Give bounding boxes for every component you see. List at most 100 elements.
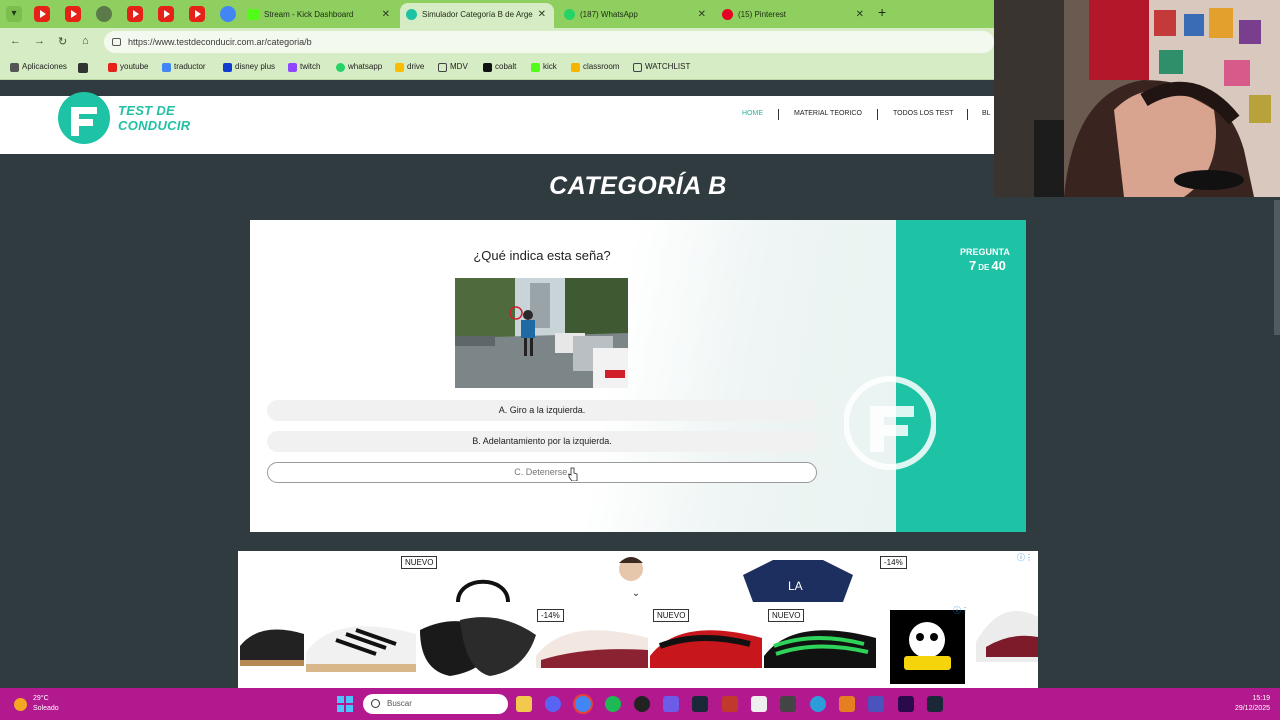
ad-bag-image: [456, 579, 510, 602]
steam-icon[interactable]: [927, 696, 943, 712]
counter-label: PREGUNTA: [960, 247, 1010, 257]
nav-separator: [877, 109, 878, 120]
steam-icon[interactable]: [692, 696, 708, 712]
bookmark-label: classroom: [583, 62, 620, 71]
site-logo-icon[interactable]: [57, 89, 111, 147]
youtube-tab-icon[interactable]: [127, 6, 143, 22]
ad-badge-discount: -14%: [880, 556, 907, 569]
reload-icon[interactable]: ↻: [58, 35, 67, 48]
site-info-icon[interactable]: [112, 38, 121, 46]
weather-condition: Soleado: [33, 705, 59, 712]
nav-todos-los-test[interactable]: TODOS LOS TEST: [893, 110, 953, 117]
collapse-ad-chevron-icon[interactable]: ⌄: [620, 584, 652, 604]
bookmark-label: whatsapp: [348, 62, 383, 71]
clock-time: 15:19: [1252, 695, 1270, 702]
bookmark-youtube[interactable]: youtube: [108, 62, 148, 72]
bookmark-grid-icon[interactable]: [78, 62, 90, 74]
google-tab-icon[interactable]: [220, 6, 236, 22]
bookmark-classroom[interactable]: classroom: [571, 62, 620, 72]
tab-simulador[interactable]: Simulador Categoría B de Arge ✕: [400, 3, 554, 28]
bookmark-whatsapp[interactable]: whatsapp: [336, 62, 383, 72]
bookmark-disney[interactable]: disney plus: [223, 62, 275, 72]
ad-info-icon[interactable]: ⓘ⋮: [1017, 552, 1033, 563]
ad-badge-nuevo: NUEVO: [653, 609, 690, 622]
logo-watermark-icon: [844, 376, 936, 470]
app-icon[interactable]: [780, 696, 796, 712]
app-icon[interactable]: [663, 696, 679, 712]
close-tab-icon[interactable]: ✕: [698, 3, 706, 26]
hand-cursor-icon: [568, 467, 578, 481]
folder-icon: [438, 63, 447, 72]
total-questions: 40: [991, 258, 1006, 273]
bookmark-drive[interactable]: drive: [395, 62, 424, 72]
bookmark-watchlist[interactable]: WATCHLIST: [633, 62, 691, 72]
bookmark-mdv[interactable]: MDV: [438, 62, 468, 72]
spotify-icon[interactable]: [605, 696, 621, 712]
tab-kick-dashboard[interactable]: Stream - Kick Dashboard ✕: [242, 3, 398, 28]
cobalt-icon: [483, 63, 492, 72]
whatsapp-icon: [336, 63, 345, 72]
youtube-tab-icon[interactable]: [158, 6, 174, 22]
ad-overlay[interactable]: [304, 602, 976, 688]
app-icon[interactable]: [839, 696, 855, 712]
ad-shoe-image: [240, 629, 304, 666]
page-scrollbar[interactable]: [1274, 200, 1280, 335]
home-icon[interactable]: ⌂: [82, 35, 89, 47]
premiere-icon[interactable]: [898, 696, 914, 712]
windows-start-icon[interactable]: [337, 696, 353, 712]
sun-icon[interactable]: [14, 698, 27, 711]
taskbar-search[interactable]: Buscar: [363, 694, 508, 714]
weather-widget[interactable]: 29°C Soleado: [33, 694, 59, 714]
youtube-tab-icon[interactable]: [34, 6, 50, 22]
tab-pinterest[interactable]: (15) Pinterest ✕: [716, 3, 872, 28]
ad-info-icon[interactable]: ⓘ⋮: [953, 605, 969, 616]
logo-line-1: TEST DE: [118, 103, 175, 118]
bookmark-traductor[interactable]: traductor: [162, 62, 206, 72]
ad-shoe-image: [976, 610, 1038, 662]
bookmark-twitch[interactable]: twitch: [288, 62, 320, 72]
clock-date: 29/12/2025: [1234, 705, 1270, 712]
system-clock[interactable]: 15:19 29/12/2025: [1224, 694, 1270, 714]
tab-title: (187) WhatsApp: [580, 10, 638, 19]
bookmark-cobalt[interactable]: cobalt: [483, 62, 516, 72]
tab-whatsapp[interactable]: (187) WhatsApp ✕: [558, 3, 714, 28]
new-tab-button[interactable]: +: [878, 4, 886, 20]
obs-icon[interactable]: [634, 696, 650, 712]
disney-icon: [223, 63, 232, 72]
question-text: ¿Qué indica esta seña?: [473, 248, 611, 263]
close-tab-icon[interactable]: ✕: [856, 3, 864, 26]
url-text: https://www.testdeconducir.com.ar/catego…: [128, 37, 312, 47]
discord-icon[interactable]: [545, 696, 561, 712]
youtube-tab-icon[interactable]: [65, 6, 81, 22]
file-explorer-icon[interactable]: [516, 696, 532, 712]
app-icon[interactable]: [751, 696, 767, 712]
url-field[interactable]: https://www.testdeconducir.com.ar/catego…: [104, 31, 994, 53]
webcam-overlay: [994, 0, 1280, 197]
back-icon[interactable]: ←: [10, 35, 21, 47]
tab-search-icon[interactable]: ▾: [6, 6, 22, 22]
nav-home[interactable]: HOME: [742, 110, 763, 117]
chrome-icon[interactable]: [575, 696, 591, 712]
tab-title: Stream - Kick Dashboard: [264, 10, 354, 19]
folder-icon: [633, 63, 642, 72]
apps-grid-icon: [10, 63, 19, 72]
kick-icon: [248, 9, 259, 20]
forward-icon[interactable]: →: [34, 35, 45, 47]
app-icon[interactable]: [722, 696, 738, 712]
bookmark-label: WATCHLIST: [645, 62, 691, 71]
bookmark-apps[interactable]: Aplicaciones: [10, 62, 67, 72]
app-icon[interactable]: [810, 696, 826, 712]
nav-blog[interactable]: BL: [982, 110, 991, 117]
whatsapp-icon: [564, 9, 575, 20]
nav-material-teorico[interactable]: MATERIAL TEORICO: [794, 110, 862, 117]
close-tab-icon[interactable]: ✕: [382, 3, 390, 26]
youtube-tab-icon[interactable]: [189, 6, 205, 22]
tab-icon[interactable]: [96, 6, 112, 22]
answer-option-a[interactable]: A. Giro a la izquierda.: [267, 400, 817, 421]
close-tab-icon[interactable]: ✕: [538, 3, 546, 26]
answer-option-c[interactable]: C. Detenerse.: [267, 462, 817, 483]
bookmark-kick[interactable]: kick: [531, 62, 557, 72]
site-logo-text[interactable]: TEST DE CONDUCIR: [118, 103, 190, 133]
answer-option-b[interactable]: B. Adelantamiento por la izquierda.: [267, 431, 817, 452]
teams-icon[interactable]: [868, 696, 884, 712]
